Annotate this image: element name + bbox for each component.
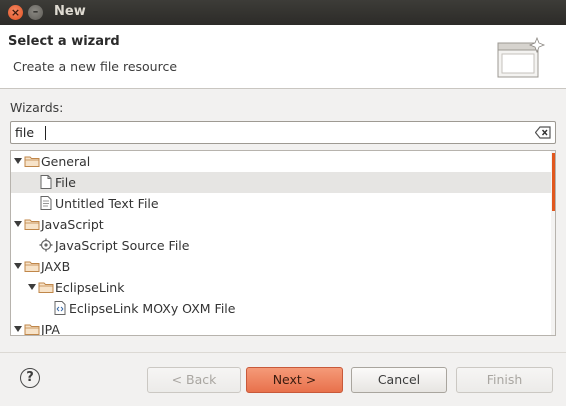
page-description: Create a new file resource: [13, 59, 178, 74]
tree-category[interactable]: General: [11, 151, 551, 172]
tree-item-label: JavaScript Source File: [55, 238, 190, 253]
tree-item[interactable]: JavaScript Source File: [11, 235, 551, 256]
page-title: Select a wizard: [8, 34, 120, 49]
expand-triangle-icon[interactable]: [13, 323, 23, 335]
finish-button[interactable]: Finish: [456, 367, 553, 393]
wizards-label: Wizards:: [10, 100, 64, 115]
help-button[interactable]: ?: [20, 368, 40, 388]
expand-triangle-icon[interactable]: [27, 281, 37, 293]
wizard-header: Select a wizard Create a new file resour…: [0, 25, 566, 89]
tree-item[interactable]: EclipseLink MOXy OXM File: [11, 298, 551, 319]
text-cursor: [45, 126, 46, 140]
new-wizard-banner-icon: [497, 36, 546, 78]
expand-triangle-icon[interactable]: [13, 260, 23, 272]
footer-separator: [0, 352, 566, 353]
wizard-filter-input[interactable]: file: [10, 121, 556, 144]
folder-open-icon: [24, 217, 40, 231]
tree-category[interactable]: EclipseLink: [11, 277, 551, 298]
folder-open-icon: [38, 280, 54, 294]
window-titlebar: × – New: [0, 0, 566, 25]
tree-scrollbar[interactable]: [551, 151, 555, 335]
tree-item-label: General: [41, 154, 91, 169]
folder-open-icon: [24, 322, 40, 335]
back-button[interactable]: < Back: [147, 367, 241, 393]
next-button[interactable]: Next >: [246, 367, 343, 393]
folder-open-icon: [24, 259, 40, 273]
file-icon: [38, 175, 54, 189]
tree-item-label: File: [55, 175, 76, 190]
tree-category[interactable]: JAXB: [11, 256, 551, 277]
cancel-button[interactable]: Cancel: [351, 367, 447, 393]
javascript-file-icon: [38, 238, 54, 252]
tree-item-label: JavaScript: [41, 217, 104, 232]
window-title: New: [54, 4, 86, 19]
xml-file-icon: [52, 301, 68, 315]
text-file-icon: [38, 196, 54, 210]
tree-item-label: EclipseLink MOXy OXM File: [69, 301, 236, 316]
tree-item-label: Untitled Text File: [55, 196, 159, 211]
clear-filter-icon[interactable]: [535, 126, 551, 139]
expand-triangle-icon[interactable]: [13, 218, 23, 230]
close-window-icon[interactable]: ×: [8, 5, 23, 20]
expand-triangle-icon[interactable]: [13, 155, 23, 167]
tree-item-label: EclipseLink: [55, 280, 125, 295]
tree-category[interactable]: JavaScript: [11, 214, 551, 235]
tree-item-label: JPA: [41, 322, 60, 336]
tree-item-label: JAXB: [41, 259, 71, 274]
scrollbar-thumb[interactable]: [552, 153, 555, 211]
tree-item[interactable]: File: [11, 172, 551, 193]
tree-item[interactable]: Untitled Text File: [11, 193, 551, 214]
filter-text: file: [15, 125, 35, 140]
tree-category[interactable]: JPA: [11, 319, 551, 336]
minimize-window-icon[interactable]: –: [28, 5, 43, 20]
folder-open-icon: [24, 154, 40, 168]
wizard-tree[interactable]: General File Untitled Text File JavaScript J…: [10, 150, 556, 336]
